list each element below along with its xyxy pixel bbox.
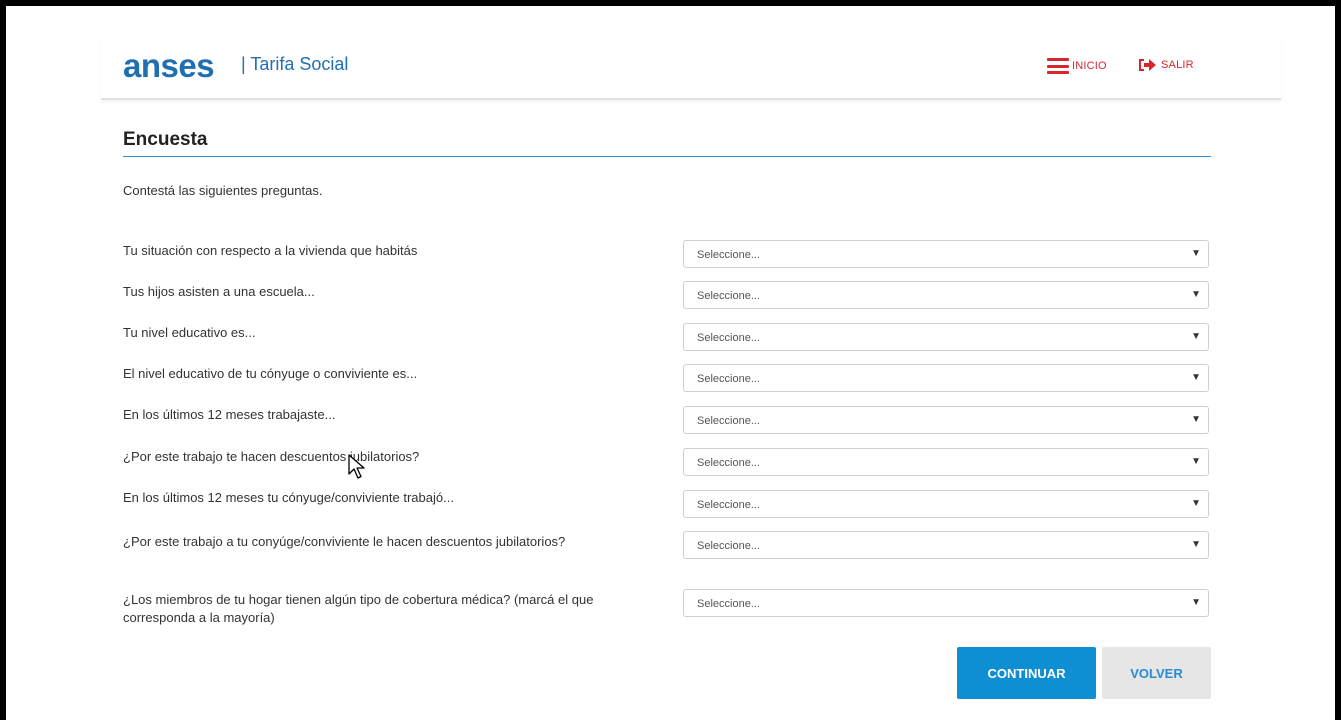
page-title: Encuesta bbox=[123, 126, 1211, 157]
question-label: ¿Por este trabajo te hacen descuentos ju… bbox=[123, 449, 420, 464]
question-select[interactable]: Seleccione... ▼ bbox=[683, 589, 1209, 617]
triangle-down-icon: ▼ bbox=[1191, 372, 1201, 383]
question-label: Tu situación con respecto a la vivienda … bbox=[123, 243, 418, 258]
triangle-down-icon: ▼ bbox=[1191, 414, 1201, 425]
select-value: Seleccione... bbox=[697, 290, 760, 302]
app-window: anses | Tarifa Social INICIO SALIR Encue… bbox=[0, 0, 1341, 720]
question-label: ¿Los miembros de tu hogar tienen algún t… bbox=[123, 592, 594, 625]
nav-salir-link[interactable]: SALIR bbox=[1137, 57, 1194, 73]
question-label: Tu nivel educativo es... bbox=[123, 325, 256, 340]
select-value: Seleccione... bbox=[697, 499, 760, 511]
select-value: Seleccione... bbox=[697, 249, 760, 261]
select-value: Seleccione... bbox=[697, 457, 760, 469]
question-label: Tus hijos asisten a una escuela... bbox=[123, 284, 315, 299]
survey-content: Encuesta Contestá las siguientes pregunt… bbox=[123, 126, 1211, 625]
nav-inicio-label: INICIO bbox=[1072, 60, 1107, 72]
question-select[interactable]: Seleccione... ▼ bbox=[683, 448, 1209, 476]
triangle-down-icon: ▼ bbox=[1191, 289, 1201, 300]
question-select[interactable]: Seleccione... ▼ bbox=[683, 490, 1209, 518]
triangle-down-icon: ▼ bbox=[1191, 456, 1201, 467]
site-subtitle: | Tarifa Social bbox=[241, 54, 349, 74]
continuar-button[interactable]: CONTINUAR bbox=[957, 647, 1096, 699]
site-header: anses | Tarifa Social INICIO SALIR bbox=[101, 36, 1281, 100]
question-select[interactable]: Seleccione... ▼ bbox=[683, 406, 1209, 434]
select-value: Seleccione... bbox=[697, 332, 760, 344]
intro-text: Contestá las siguientes preguntas. bbox=[123, 183, 323, 198]
question-label: En los últimos 12 meses tu cónyuge/convi… bbox=[123, 490, 454, 505]
triangle-down-icon: ▼ bbox=[1191, 498, 1201, 509]
question-label: El nivel educativo de tu cónyuge o convi… bbox=[123, 366, 418, 381]
volver-button[interactable]: VOLVER bbox=[1102, 647, 1211, 699]
question-select[interactable]: Seleccione... ▼ bbox=[683, 531, 1209, 559]
select-value: Seleccione... bbox=[697, 598, 760, 610]
question-label: En los últimos 12 meses trabajaste... bbox=[123, 407, 336, 422]
nav-inicio-link[interactable]: INICIO bbox=[1047, 58, 1107, 74]
sign-out-icon bbox=[1139, 59, 1156, 71]
anses-logo[interactable]: anses bbox=[123, 48, 215, 84]
question-select[interactable]: Seleccione... ▼ bbox=[683, 323, 1209, 351]
hamburger-icon bbox=[1047, 58, 1069, 74]
question-select[interactable]: Seleccione... ▼ bbox=[683, 240, 1209, 268]
select-value: Seleccione... bbox=[697, 373, 760, 385]
triangle-down-icon: ▼ bbox=[1191, 331, 1201, 342]
triangle-down-icon: ▼ bbox=[1191, 539, 1201, 550]
select-value: Seleccione... bbox=[697, 540, 760, 552]
question-select[interactable]: Seleccione... ▼ bbox=[683, 281, 1209, 309]
select-value: Seleccione... bbox=[697, 415, 760, 427]
triangle-down-icon: ▼ bbox=[1191, 248, 1201, 259]
mouse-cursor-icon bbox=[348, 454, 365, 479]
question-select[interactable]: Seleccione... ▼ bbox=[683, 364, 1209, 392]
triangle-down-icon: ▼ bbox=[1191, 597, 1201, 608]
question-label: ¿Por este trabajo a tu conyúge/convivien… bbox=[123, 534, 566, 549]
nav-salir-label: SALIR bbox=[1161, 59, 1194, 71]
